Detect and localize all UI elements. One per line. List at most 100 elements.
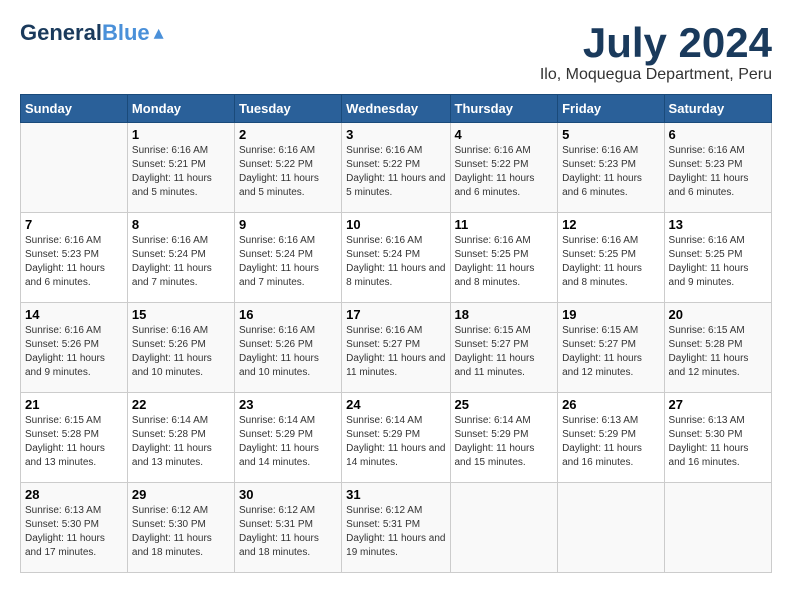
day-info: Sunrise: 6:16 AMSunset: 5:25 PMDaylight:… xyxy=(562,234,659,290)
day-info: Sunrise: 6:16 AMSunset: 5:25 PMDaylight:… xyxy=(669,234,767,290)
calendar-week-2: 7 Sunrise: 6:16 AMSunset: 5:23 PMDaylight… xyxy=(21,213,772,303)
calendar-cell: 5Sunrise: 6:16 AMSunset: 5:23 PMDaylight… xyxy=(558,123,664,213)
day-number: 7 xyxy=(25,217,123,232)
calendar-cell: 29Sunrise: 6:12 AMSunset: 5:30 PMDayligh… xyxy=(127,483,234,573)
day-info: Sunrise: 6:16 AMSunset: 5:23 PMDaylight:… xyxy=(25,234,123,290)
day-number: 4 xyxy=(455,127,554,142)
day-info: Sunrise: 6:16 AMSunset: 5:21 PMDaylight:… xyxy=(132,144,230,200)
calendar-cell: 7 Sunrise: 6:16 AMSunset: 5:23 PMDaylight… xyxy=(21,213,128,303)
day-number: 31 xyxy=(346,487,445,502)
calendar-week-5: 28 Sunrise: 6:13 AMSunset: 5:30 PMDayligh… xyxy=(21,483,772,573)
day-info: Sunrise: 6:12 AMSunset: 5:31 PMDaylight:… xyxy=(346,504,445,560)
day-number: 10 xyxy=(346,217,445,232)
day-info: Sunrise: 6:14 AMSunset: 5:29 PMDaylight:… xyxy=(455,414,554,470)
calendar-cell xyxy=(664,483,771,573)
calendar-cell: 26 Sunrise: 6:13 AMSunset: 5:29 PMDayligh… xyxy=(558,393,664,483)
calendar-cell: 21Sunrise: 6:15 AMSunset: 5:28 PMDayligh… xyxy=(21,393,128,483)
calendar-cell: 19 Sunrise: 6:15 AMSunset: 5:27 PMDayligh… xyxy=(558,303,664,393)
calendar-week-4: 21Sunrise: 6:15 AMSunset: 5:28 PMDayligh… xyxy=(21,393,772,483)
day-info: Sunrise: 6:16 AMSunset: 5:25 PMDaylight:… xyxy=(455,234,554,290)
calendar-cell: 9 Sunrise: 6:16 AMSunset: 5:24 PMDaylight… xyxy=(234,213,341,303)
calendar-cell: 10 Sunrise: 6:16 AMSunset: 5:24 PMDayligh… xyxy=(342,213,450,303)
day-number: 15 xyxy=(132,307,230,322)
calendar-cell: 30 Sunrise: 6:12 AMSunset: 5:31 PMDayligh… xyxy=(234,483,341,573)
day-info: Sunrise: 6:16 AMSunset: 5:23 PMDaylight:… xyxy=(669,144,767,200)
day-info: Sunrise: 6:16 AMSunset: 5:26 PMDaylight:… xyxy=(132,324,230,380)
calendar-cell: 22Sunrise: 6:14 AMSunset: 5:28 PMDayligh… xyxy=(127,393,234,483)
day-number: 12 xyxy=(562,217,659,232)
day-number: 28 xyxy=(25,487,123,502)
day-number: 30 xyxy=(239,487,337,502)
day-number: 13 xyxy=(669,217,767,232)
location: Ilo, Moquegua Department, Peru xyxy=(540,66,772,84)
day-number: 16 xyxy=(239,307,337,322)
day-info: Sunrise: 6:16 AMSunset: 5:22 PMDaylight:… xyxy=(455,144,554,200)
day-info: Sunrise: 6:16 AMSunset: 5:27 PMDaylight:… xyxy=(346,324,445,380)
weekday-header-wednesday: Wednesday xyxy=(342,95,450,123)
calendar-cell: 14 Sunrise: 6:16 AMSunset: 5:26 PMDayligh… xyxy=(21,303,128,393)
day-number: 14 xyxy=(25,307,123,322)
day-number: 9 xyxy=(239,217,337,232)
calendar-cell: 1 Sunrise: 6:16 AMSunset: 5:21 PMDaylight… xyxy=(127,123,234,213)
day-number: 19 xyxy=(562,307,659,322)
calendar-cell: 27Sunrise: 6:13 AMSunset: 5:30 PMDayligh… xyxy=(664,393,771,483)
day-number: 26 xyxy=(562,397,659,412)
calendar-cell xyxy=(450,483,558,573)
day-number: 24 xyxy=(346,397,445,412)
day-info: Sunrise: 6:16 AMSunset: 5:24 PMDaylight:… xyxy=(346,234,445,290)
day-info: Sunrise: 6:13 AMSunset: 5:30 PMDaylight:… xyxy=(669,414,767,470)
calendar-cell xyxy=(21,123,128,213)
calendar-cell: 11 Sunrise: 6:16 AMSunset: 5:25 PMDayligh… xyxy=(450,213,558,303)
month-title: July 2024 xyxy=(540,20,772,66)
calendar-cell: 2 Sunrise: 6:16 AMSunset: 5:22 PMDaylight… xyxy=(234,123,341,213)
calendar-cell: 31 Sunrise: 6:12 AMSunset: 5:31 PMDayligh… xyxy=(342,483,450,573)
day-info: Sunrise: 6:15 AMSunset: 5:27 PMDaylight:… xyxy=(455,324,554,380)
logo-text: GeneralBlue xyxy=(20,22,150,44)
day-info: Sunrise: 6:16 AMSunset: 5:22 PMDaylight:… xyxy=(346,144,445,200)
calendar-cell: 16Sunrise: 6:16 AMSunset: 5:26 PMDayligh… xyxy=(234,303,341,393)
weekday-header-tuesday: Tuesday xyxy=(234,95,341,123)
day-info: Sunrise: 6:15 AMSunset: 5:27 PMDaylight:… xyxy=(562,324,659,380)
calendar-cell: 4 Sunrise: 6:16 AMSunset: 5:22 PMDaylight… xyxy=(450,123,558,213)
calendar-cell: 25 Sunrise: 6:14 AMSunset: 5:29 PMDayligh… xyxy=(450,393,558,483)
calendar-table: SundayMondayTuesdayWednesdayThursdayFrid… xyxy=(20,94,772,573)
day-number: 23 xyxy=(239,397,337,412)
calendar-cell: 24 Sunrise: 6:14 AMSunset: 5:29 PMDayligh… xyxy=(342,393,450,483)
logo-bird-icon: ▴ xyxy=(154,20,164,45)
calendar-cell: 20 Sunrise: 6:15 AMSunset: 5:28 PMDayligh… xyxy=(664,303,771,393)
day-number: 8 xyxy=(132,217,230,232)
weekday-header-friday: Friday xyxy=(558,95,664,123)
day-info: Sunrise: 6:14 AMSunset: 5:29 PMDaylight:… xyxy=(346,414,445,470)
calendar-cell: 13 Sunrise: 6:16 AMSunset: 5:25 PMDayligh… xyxy=(664,213,771,303)
day-number: 6 xyxy=(669,127,767,142)
day-info: Sunrise: 6:13 AMSunset: 5:29 PMDaylight:… xyxy=(562,414,659,470)
day-info: Sunrise: 6:15 AMSunset: 5:28 PMDaylight:… xyxy=(669,324,767,380)
calendar-cell: 18Sunrise: 6:15 AMSunset: 5:27 PMDayligh… xyxy=(450,303,558,393)
day-number: 11 xyxy=(455,217,554,232)
day-number: 20 xyxy=(669,307,767,322)
day-number: 5 xyxy=(562,127,659,142)
weekday-header-saturday: Saturday xyxy=(664,95,771,123)
day-info: Sunrise: 6:16 AMSunset: 5:24 PMDaylight:… xyxy=(239,234,337,290)
day-info: Sunrise: 6:16 AMSunset: 5:24 PMDaylight:… xyxy=(132,234,230,290)
day-number: 3 xyxy=(346,127,445,142)
day-info: Sunrise: 6:12 AMSunset: 5:30 PMDaylight:… xyxy=(132,504,230,560)
calendar-week-3: 14 Sunrise: 6:16 AMSunset: 5:26 PMDayligh… xyxy=(21,303,772,393)
day-number: 25 xyxy=(455,397,554,412)
page-header: GeneralBlue ▴ July 2024 Ilo, Moquegua De… xyxy=(20,20,772,84)
calendar-cell: 17Sunrise: 6:16 AMSunset: 5:27 PMDayligh… xyxy=(342,303,450,393)
day-info: Sunrise: 6:13 AMSunset: 5:30 PMDaylight:… xyxy=(25,504,123,560)
day-number: 1 xyxy=(132,127,230,142)
title-block: July 2024 Ilo, Moquegua Department, Peru xyxy=(540,20,772,84)
day-info: Sunrise: 6:15 AMSunset: 5:28 PMDaylight:… xyxy=(25,414,123,470)
day-info: Sunrise: 6:16 AMSunset: 5:26 PMDaylight:… xyxy=(25,324,123,380)
day-info: Sunrise: 6:12 AMSunset: 5:31 PMDaylight:… xyxy=(239,504,337,560)
day-number: 2 xyxy=(239,127,337,142)
calendar-week-1: 1 Sunrise: 6:16 AMSunset: 5:21 PMDaylight… xyxy=(21,123,772,213)
day-number: 22 xyxy=(132,397,230,412)
weekday-header-sunday: Sunday xyxy=(21,95,128,123)
day-info: Sunrise: 6:16 AMSunset: 5:22 PMDaylight:… xyxy=(239,144,337,200)
calendar-cell: 6 Sunrise: 6:16 AMSunset: 5:23 PMDaylight… xyxy=(664,123,771,213)
logo: GeneralBlue ▴ xyxy=(20,20,164,45)
calendar-cell xyxy=(558,483,664,573)
